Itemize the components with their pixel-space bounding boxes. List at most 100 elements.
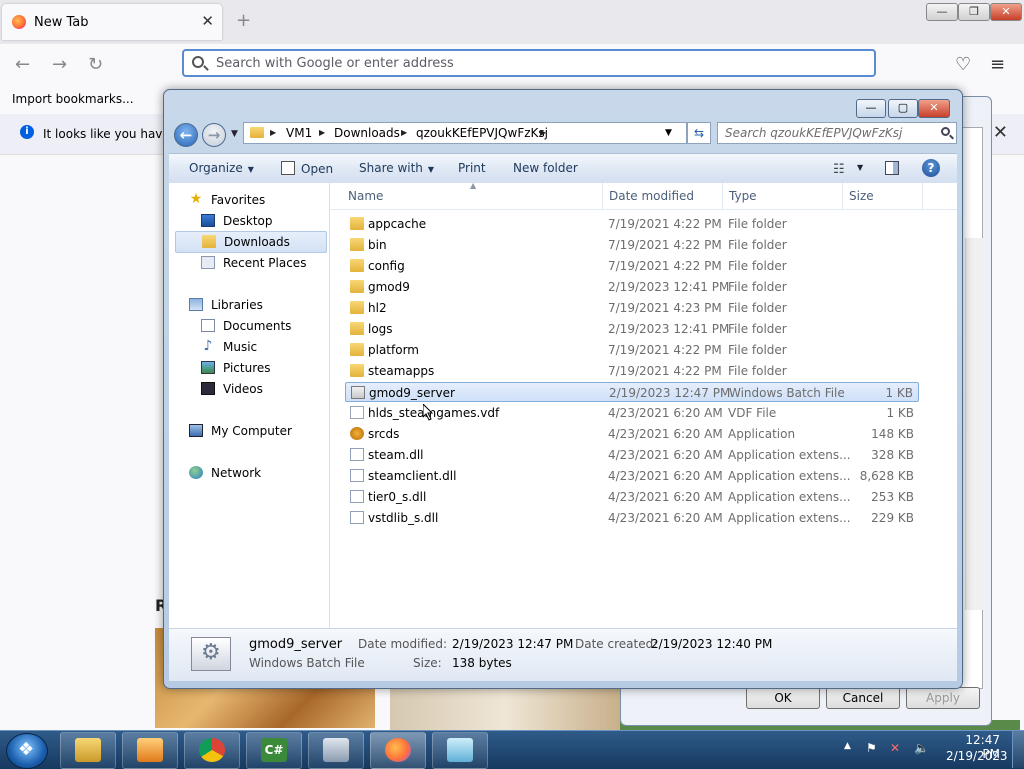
forward-button[interactable]: →	[202, 123, 226, 147]
nav-recent-places[interactable]: Recent Places	[201, 253, 306, 273]
file-row[interactable]: steamapps 7/19/2021 4:22 PM File folder	[345, 361, 919, 381]
volume-icon[interactable]: 🔈	[914, 741, 929, 755]
open-button[interactable]: Open	[281, 161, 333, 176]
address-dropdown-icon[interactable]: ▼	[665, 128, 672, 138]
column-header-name[interactable]: Name	[348, 189, 383, 203]
nav-downloads[interactable]: Downloads	[175, 231, 327, 253]
change-view-icon[interactable]: ☷	[833, 162, 845, 177]
open-icon	[281, 161, 295, 175]
forward-arrow-icon[interactable]: →	[52, 54, 67, 75]
help-icon[interactable]: ?	[922, 159, 940, 177]
network-status-icon[interactable]: ✕	[890, 741, 900, 755]
start-button[interactable]	[6, 733, 48, 769]
file-row[interactable]: bin 7/19/2021 4:22 PM File folder	[345, 235, 919, 255]
file-row[interactable]: gmod9 2/19/2023 12:41 PM File folder	[345, 277, 919, 297]
file-row[interactable]: config 7/19/2021 4:22 PM File folder	[345, 256, 919, 276]
column-divider[interactable]	[922, 183, 923, 209]
search-icon[interactable]	[941, 127, 950, 136]
clock-date[interactable]: 2/19/2023	[946, 749, 1008, 763]
dialog-maximize-button[interactable]: ▢	[888, 99, 918, 118]
background-scrollbar[interactable]	[965, 238, 983, 610]
reload-icon[interactable]: ↻	[88, 54, 103, 75]
file-row[interactable]: tier0_s.dll 4/23/2021 6:20 AM Application …	[345, 487, 919, 507]
url-bar[interactable]: Search with Google or enter address	[182, 49, 876, 77]
column-header-type[interactable]: Type	[729, 189, 757, 203]
nav-desktop[interactable]: Desktop	[201, 211, 273, 231]
file-row[interactable]: srcds 4/23/2021 6:20 AM Application 148 KB	[345, 424, 919, 444]
print-button[interactable]: Print	[458, 161, 486, 175]
preview-pane-icon[interactable]	[885, 161, 899, 175]
breadcrumb-vm1[interactable]: VM1	[286, 126, 312, 140]
file-row[interactable]: platform 7/19/2021 4:22 PM File folder	[345, 340, 919, 360]
browser-tab[interactable]: New Tab ✕	[2, 4, 222, 40]
taskbar-keyboard[interactable]	[308, 732, 364, 769]
taskbar-chrome[interactable]	[184, 732, 240, 769]
refresh-icon[interactable]: ⇆	[687, 122, 711, 144]
browser-minimize-button[interactable]: —	[926, 3, 958, 21]
organize-button[interactable]: Organize ▼	[189, 161, 254, 175]
file-row[interactable]: logs 2/19/2023 12:41 PM File folder	[345, 319, 919, 339]
new-tab-icon[interactable]: +	[236, 10, 251, 31]
column-header-date-modified[interactable]: Date modified	[609, 189, 694, 203]
nav-favorites[interactable]: ★ Favorites	[189, 190, 266, 210]
address-row: ← → ▼ ▶ VM1 ▶ Downloads ▶ qzoukKEfEPVJQw…	[169, 119, 957, 153]
taskbar-firefox[interactable]	[370, 732, 426, 769]
share-with-button[interactable]: Share with ▼	[359, 161, 434, 175]
import-bookmarks-link[interactable]: Import bookmarks...	[12, 92, 134, 106]
taskbar-csharp[interactable]: C#	[246, 732, 302, 769]
breadcrumb-downloads[interactable]: Downloads	[334, 126, 400, 140]
notification-close-icon[interactable]: ✕	[993, 122, 1008, 143]
tab-close-icon[interactable]: ✕	[201, 12, 214, 30]
breadcrumb-arrow-icon[interactable]: ▶	[540, 128, 546, 137]
nav-videos[interactable]: Videos	[201, 379, 263, 399]
ok-button[interactable]: OK	[746, 687, 820, 709]
column-divider[interactable]	[602, 183, 603, 209]
nav-my-computer[interactable]: My Computer	[189, 421, 292, 441]
file-row[interactable]: appcache 7/19/2021 4:22 PM File folder	[345, 214, 919, 234]
taskbar-file-explorer[interactable]	[60, 732, 116, 769]
back-arrow-icon[interactable]: ←	[15, 54, 30, 75]
breadcrumb-current-folder[interactable]: qzoukKEfEPVJQwFzKsj	[416, 126, 548, 140]
nav-documents[interactable]: Documents	[201, 316, 291, 336]
breadcrumb-arrow-icon[interactable]: ▶	[401, 128, 407, 137]
address-bar[interactable]: ▶ VM1 ▶ Downloads ▶ qzoukKEfEPVJQwFzKsj …	[243, 122, 687, 144]
dialog-close-button[interactable]: ✕	[918, 99, 950, 118]
file-row[interactable]: gmod9_server 2/19/2023 12:47 PM Windows Ba…	[345, 382, 919, 402]
file-type: File folder	[728, 259, 787, 273]
show-desktop-button[interactable]	[1012, 731, 1024, 768]
apply-button[interactable]: Apply	[906, 687, 980, 709]
search-input[interactable]: Search qzoukKEfEPVJQwFzKsj	[717, 122, 957, 144]
browser-close-button[interactable]: ✕	[990, 3, 1022, 21]
cancel-button[interactable]: Cancel	[826, 687, 900, 709]
back-button[interactable]: ←	[174, 123, 198, 147]
breadcrumb-arrow-icon[interactable]: ▶	[270, 128, 276, 137]
share-with-label: Share with	[359, 161, 423, 175]
action-center-icon[interactable]: ⚑	[866, 741, 877, 755]
file-size: 328 KB	[871, 448, 914, 462]
nav-network[interactable]: Network	[189, 463, 261, 483]
nav-libraries[interactable]: Libraries	[189, 295, 263, 315]
breadcrumb-arrow-icon[interactable]: ▶	[319, 128, 325, 137]
nav-pictures[interactable]: Pictures	[201, 358, 271, 378]
nav-music[interactable]: ♪ Music	[201, 337, 258, 357]
view-chevron-down-icon[interactable]: ▼	[857, 163, 863, 172]
folder-icon	[350, 343, 364, 356]
history-chevron-icon[interactable]: ▼	[231, 129, 238, 139]
file-row[interactable]: steam.dll 4/23/2021 6:20 AM Application ex…	[345, 445, 919, 465]
column-header-size[interactable]: Size	[849, 189, 874, 203]
taskbar-media-player[interactable]	[122, 732, 178, 769]
hamburger-menu-icon[interactable]: ≡	[990, 54, 1005, 75]
taskbar-notepad[interactable]	[432, 732, 488, 769]
content-image-table[interactable]	[390, 685, 620, 730]
tray-expand-icon[interactable]: ▲	[844, 741, 851, 751]
new-folder-button[interactable]: New folder	[513, 161, 578, 175]
file-row[interactable]: steamclient.dll 4/23/2021 6:20 AM Applicat…	[345, 466, 919, 486]
file-name: steam.dll	[368, 448, 424, 462]
column-divider[interactable]	[722, 183, 723, 209]
file-row[interactable]: vstdlib_s.dll 4/23/2021 6:20 AM Applicatio…	[345, 508, 919, 528]
browser-maximize-button[interactable]: ❐	[958, 3, 990, 21]
dialog-minimize-button[interactable]: —	[856, 99, 886, 118]
pocket-icon[interactable]: ♡	[955, 54, 971, 75]
file-row[interactable]: hl2 7/19/2021 4:23 PM File folder	[345, 298, 919, 318]
column-divider[interactable]	[842, 183, 843, 209]
